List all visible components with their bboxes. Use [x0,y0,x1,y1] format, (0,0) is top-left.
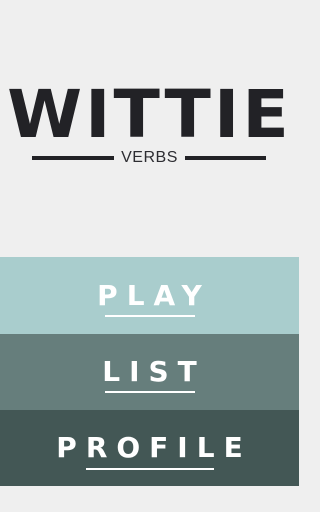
list-underline [104,391,195,393]
play-button-label: PLAY [97,278,211,312]
profile-underline [85,468,214,470]
logo-divider-left [32,156,114,160]
list-button-label: LIST [102,355,206,388]
logo-area: WITTIE VERBS [0,0,299,257]
list-button[interactable]: LIST [0,334,299,410]
bottom-spacer [0,486,299,512]
play-underline [104,315,195,317]
app-logo-subtitle: VERBS [121,149,178,166]
app-logo-title: WITTIE [7,76,292,153]
logo-divider-right [185,156,266,160]
profile-button-label: PROFILE [56,431,252,464]
profile-button[interactable]: PROFILE [0,410,299,486]
play-button[interactable]: PLAY [0,257,299,334]
